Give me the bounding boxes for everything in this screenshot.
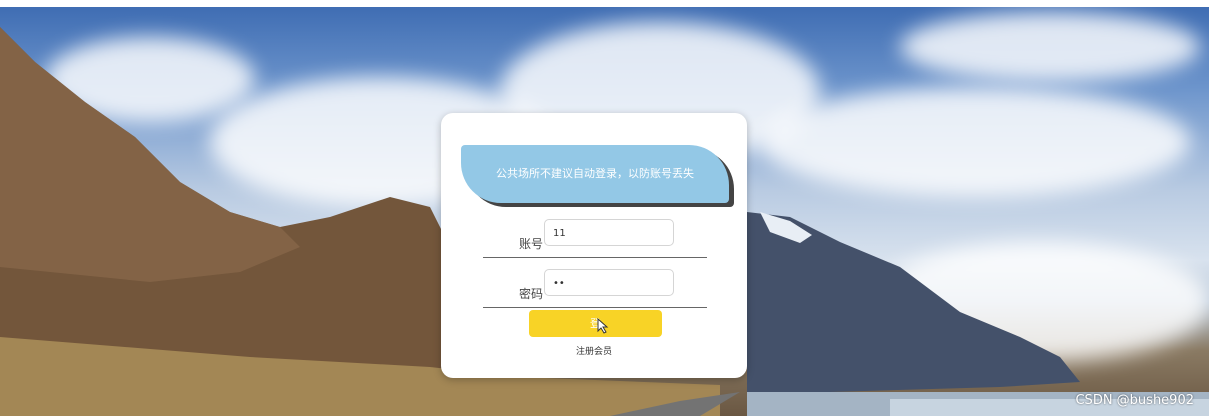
auto-login-notice: 公共场所不建议自动登录，以防账号丢失 bbox=[461, 145, 729, 203]
csdn-watermark: CSDN @bushe902 bbox=[1075, 393, 1194, 408]
password-input[interactable]: •• bbox=[544, 269, 674, 296]
login-card: 公共场所不建议自动登录，以防账号丢失 账号 11 密码 •• 登 注册会员 bbox=[441, 113, 747, 378]
account-row: 账号 11 bbox=[483, 219, 707, 258]
login-button[interactable]: 登 bbox=[529, 310, 662, 337]
account-input[interactable]: 11 bbox=[544, 219, 674, 246]
password-label: 密码 bbox=[519, 287, 544, 301]
register-link[interactable]: 注册会员 bbox=[441, 344, 747, 357]
mouse-cursor-icon bbox=[597, 318, 609, 334]
password-row: 密码 •• bbox=[483, 269, 707, 308]
account-label: 账号 bbox=[519, 237, 544, 251]
